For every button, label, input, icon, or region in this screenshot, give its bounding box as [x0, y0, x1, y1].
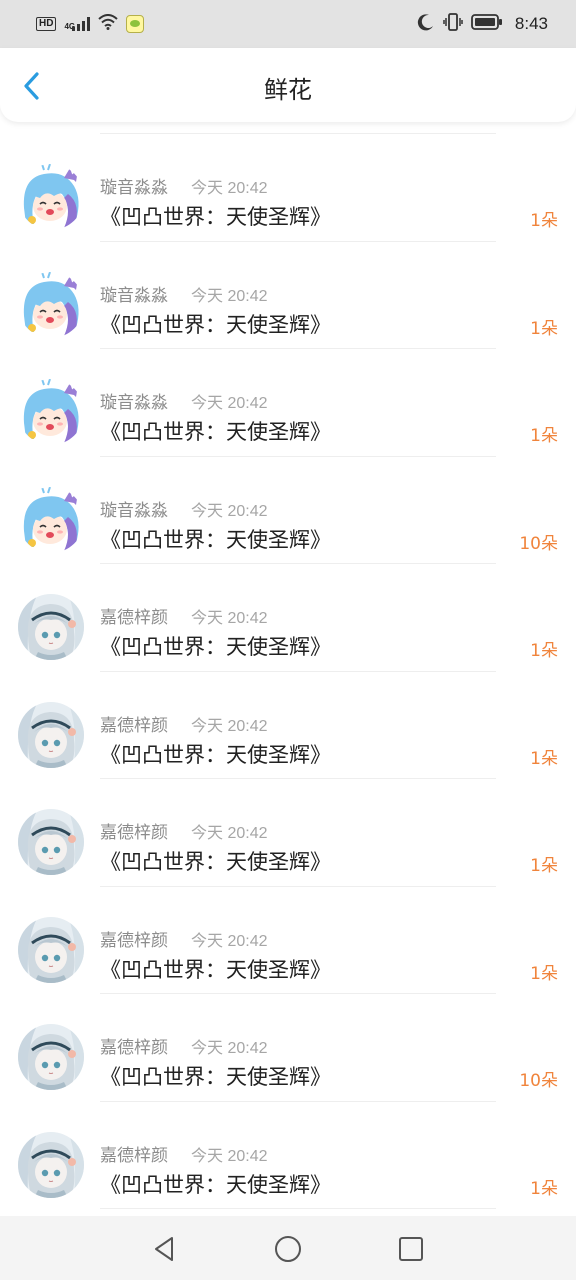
status-right: 8:43	[417, 13, 548, 35]
hd-icon: HD	[36, 17, 57, 31]
book-title: 《凹凸世界：天使圣辉》	[100, 1172, 331, 1197]
book-title: 《凹凸世界：天使圣辉》	[100, 957, 331, 982]
timestamp: 今天 20:42	[191, 287, 268, 305]
silver-hair-girl-avatar[interactable]	[18, 701, 84, 768]
timestamp: 今天 20:42	[191, 825, 268, 842]
wifi-icon	[98, 14, 118, 34]
book-title: 《凹凸世界：天使圣辉》	[100, 742, 331, 767]
list-item[interactable]: 嘉德梓颜 今天 20:42 《凹凸世界：天使圣辉》 1朵	[0, 779, 576, 887]
flower-count: 10朵	[519, 533, 558, 554]
book-title: 《凹凸世界：天使圣辉》	[100, 527, 331, 552]
list-item[interactable]: 嘉德梓颜 今天 20:42 《凹凸世界：天使圣辉》 1朵	[0, 887, 576, 994]
divider	[100, 1208, 496, 1209]
timestamp: 今天 20:42	[191, 610, 268, 627]
silver-hair-girl-avatar[interactable]	[18, 916, 84, 983]
flower-count: 1朵	[530, 748, 558, 769]
status-time: 8:43	[514, 14, 548, 33]
blue-hair-girl-avatar[interactable]	[18, 486, 84, 553]
timestamp: 今天 20:42	[191, 932, 268, 950]
square-recents-icon[interactable]	[396, 1234, 426, 1264]
username[interactable]: 嘉德梓颜	[100, 818, 168, 843]
circle-home-icon[interactable]	[273, 1234, 303, 1264]
book-title: 《凹凸世界：天使圣辉》	[100, 635, 331, 659]
username[interactable]: 嘉德梓颜	[100, 1141, 168, 1166]
timestamp: 今天 20:42	[191, 502, 268, 520]
username[interactable]: 嘉德梓颜	[100, 1033, 168, 1058]
flower-gift-list[interactable]: 璇音淼淼 今天 20:42 《凹凸世界：天使圣辉》 1朵 璇音淼淼 今天 20:42 《凹凸…	[0, 122, 576, 1216]
flower-count: 1朵	[530, 426, 558, 446]
list-item[interactable]: 璇音淼淼 今天 20:42 《凹凸世界：天使圣辉》 1朵	[0, 242, 576, 349]
username[interactable]: 璇音淼淼	[100, 388, 168, 413]
list-item[interactable]: 璇音淼淼 今天 20:42 《凹凸世界：天使圣辉》 1朵	[0, 134, 576, 242]
book-title: 《凹凸世界：天使圣辉》	[100, 1065, 331, 1089]
app-header: 鲜花	[0, 48, 576, 122]
timestamp: 今天 20:42	[191, 180, 268, 197]
blue-hair-girl-avatar[interactable]	[18, 271, 84, 338]
book-title: 《凹凸世界：天使圣辉》	[100, 420, 331, 444]
vibrate-icon	[443, 13, 463, 35]
list-item[interactable]: 嘉德梓颜 今天 20:42 《凹凸世界：天使圣辉》 1朵	[0, 672, 576, 779]
username[interactable]: 嘉德梓颜	[100, 926, 168, 951]
flower-count: 1朵	[530, 318, 558, 339]
username[interactable]: 璇音淼淼	[100, 173, 168, 198]
username[interactable]: 嘉德梓颜	[100, 711, 168, 736]
flower-count: 1朵	[530, 211, 558, 231]
status-bar: HD 4G 8:43	[0, 0, 576, 48]
blue-hair-girl-avatar[interactable]	[18, 164, 84, 230]
book-title: 《凹凸世界：天使圣辉》	[100, 850, 331, 874]
username[interactable]: 璇音淼淼	[100, 496, 168, 521]
flower-count: 1朵	[530, 963, 558, 984]
silver-hair-girl-avatar[interactable]	[18, 1131, 84, 1198]
flower-count: 1朵	[530, 856, 558, 876]
timestamp: 今天 20:42	[191, 395, 268, 412]
list-item[interactable]: 嘉德梓颜 今天 20:42 《凹凸世界：天使圣辉》 1朵	[0, 564, 576, 672]
list-item[interactable]: 璇音淼淼 今天 20:42 《凹凸世界：天使圣辉》 10朵	[0, 457, 576, 564]
battery-icon	[471, 13, 503, 35]
username[interactable]: 璇音淼淼	[100, 281, 168, 306]
silver-hair-girl-avatar[interactable]	[18, 594, 84, 660]
book-title: 《凹凸世界：天使圣辉》	[100, 205, 331, 229]
system-nav-bar	[0, 1216, 576, 1280]
flower-count: 1朵	[530, 641, 558, 661]
list-top-spacer	[0, 122, 576, 134]
app-notification-icon	[126, 15, 145, 33]
book-title: 《凹凸世界：天使圣辉》	[100, 312, 331, 337]
signal-icon: 4G	[64, 17, 91, 31]
flower-count: 1朵	[530, 1178, 558, 1199]
username[interactable]: 嘉德梓颜	[100, 603, 168, 628]
list-item[interactable]: 璇音淼淼 今天 20:42 《凹凸世界：天使圣辉》 1朵	[0, 349, 576, 457]
page-title: 鲜花	[264, 76, 312, 104]
timestamp: 今天 20:42	[191, 717, 268, 735]
silver-hair-girl-avatar[interactable]	[18, 809, 84, 875]
timestamp: 今天 20:42	[191, 1147, 268, 1165]
blue-hair-girl-avatar[interactable]	[18, 379, 84, 445]
triangle-back-icon[interactable]	[150, 1234, 180, 1264]
moon-icon	[417, 13, 435, 35]
list-item[interactable]: 嘉德梓颜 今天 20:42 《凹凸世界：天使圣辉》 10朵	[0, 994, 576, 1102]
status-left: HD 4G	[36, 14, 145, 34]
list-item[interactable]: 嘉德梓颜 今天 20:42 《凹凸世界：天使圣辉》 1朵	[0, 1102, 576, 1209]
timestamp: 今天 20:42	[191, 1040, 268, 1057]
silver-hair-girl-avatar[interactable]	[18, 1024, 84, 1090]
flower-count: 10朵	[519, 1071, 558, 1091]
